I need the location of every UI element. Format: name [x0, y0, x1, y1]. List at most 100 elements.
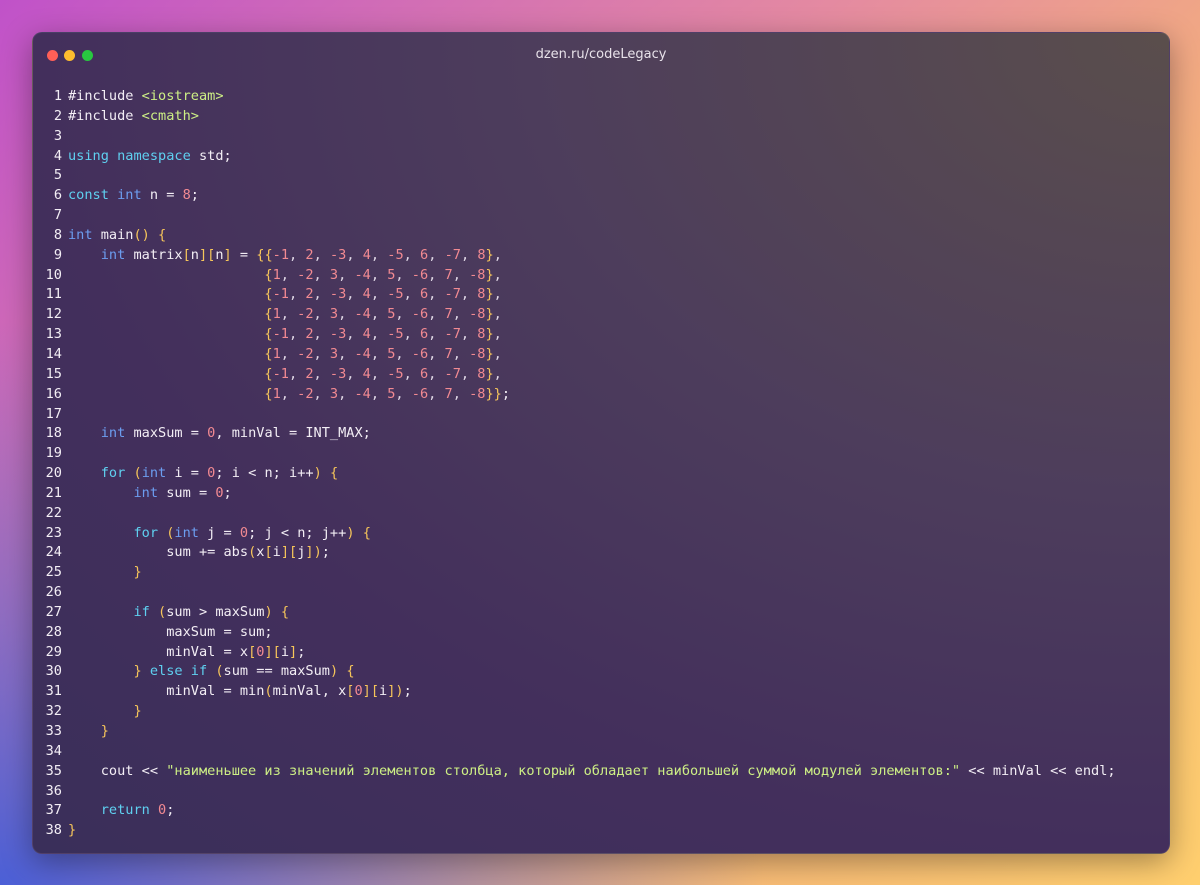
code-token: 4 — [362, 246, 371, 263]
code-token: -5 — [387, 286, 404, 303]
code-token: 3 — [329, 385, 339, 402]
code-token: ) — [329, 663, 339, 680]
code-token: return — [100, 802, 150, 819]
code-token: std; — [190, 147, 232, 164]
code-token: { — [264, 345, 273, 362]
code-line: 2 #include <cmath> — [33, 107, 1169, 127]
line-number: 18 — [45, 425, 62, 442]
code-token: 6 — [419, 326, 429, 343]
code-token: , — [460, 326, 478, 343]
code-token: main — [92, 226, 134, 243]
code-token: ][ — [362, 683, 380, 700]
line-source: minVal = min(minVal, x[0][i]); — [68, 682, 412, 702]
line-source: } — [68, 702, 142, 722]
code-token: 1 — [272, 385, 281, 402]
code-token: -7 — [444, 326, 461, 343]
code-line: 33 } — [33, 722, 1169, 742]
code-token: ) — [395, 683, 404, 700]
code-token: -1 — [272, 365, 289, 382]
code-token: ) — [313, 465, 322, 482]
code-token: minVal = x — [68, 643, 249, 660]
code-token: { — [158, 226, 167, 243]
code-line: 28 maxSum = sum; — [33, 623, 1169, 643]
code-token: 3 — [329, 306, 339, 323]
code-line: 14 {1, -2, 3, -4, 5, -6, 7, -8}, — [33, 345, 1169, 365]
code-token: } — [133, 703, 142, 720]
code-token: -5 — [387, 246, 404, 263]
line-source: for (int j = 0; j < n; j++) { — [68, 524, 371, 544]
line-source: sum += abs(x[i][j]); — [68, 543, 330, 563]
code-line: 34 — [33, 742, 1169, 762]
line-source: #include <iostream> — [68, 87, 224, 107]
code-token: , — [338, 306, 355, 323]
code-token: matrix — [125, 246, 183, 263]
code-token: <cmath> — [141, 107, 199, 124]
code-token: int — [68, 226, 93, 243]
code-token: , — [370, 365, 388, 382]
code-line: 36 — [33, 782, 1169, 802]
code-token: sum > maxSum — [166, 603, 265, 620]
line-number: 9 — [53, 246, 62, 263]
code-line: 5 — [33, 166, 1169, 186]
code-token: { — [362, 524, 371, 541]
code-line: 18 int maxSum = 0, minVal = INT_MAX; — [33, 424, 1169, 444]
code-token: 3 — [329, 266, 339, 283]
code-token: , — [403, 326, 420, 343]
code-token: ) — [264, 603, 273, 620]
code-token: minVal, x — [272, 683, 347, 700]
code-token: } — [485, 246, 494, 263]
line-number: 37 — [45, 802, 62, 819]
code-token: 2 — [305, 326, 314, 343]
line-source: int matrix[n][n] = {{-1, 2, -3, 4, -5, 6… — [68, 246, 502, 266]
code-token: , — [428, 365, 445, 382]
line-number: 35 — [45, 762, 62, 779]
code-token: int — [174, 524, 199, 541]
code-token: , — [403, 365, 420, 382]
window-titlebar: dzen.ru/codeLegacy — [33, 33, 1169, 77]
code-token: , — [395, 306, 412, 323]
code-token: , — [313, 286, 330, 303]
code-token: -6 — [411, 345, 429, 362]
code-token: int — [100, 246, 126, 263]
code-token: ; — [297, 643, 306, 660]
line-number: 17 — [45, 405, 62, 422]
code-token: , — [346, 286, 363, 303]
line-number: 28 — [45, 623, 62, 640]
code-line: 11 {-1, 2, -3, 4, -5, 6, -7, 8}, — [33, 285, 1169, 305]
code-token: , — [288, 286, 306, 303]
code-line: 25 } — [33, 563, 1169, 583]
line-source: int sum = 0; — [68, 484, 231, 504]
code-token: , — [370, 385, 388, 402]
code-line: 23 for (int j = 0; j < n; j++) { — [33, 524, 1169, 544]
code-token: -8 — [469, 306, 486, 323]
code-token: -2 — [297, 345, 314, 362]
code-token: 0 — [215, 484, 224, 501]
code-token: } — [100, 723, 109, 739]
code-token: ][ — [264, 643, 281, 660]
line-source: int maxSum = 0, minVal = INT_MAX; — [68, 424, 371, 444]
code-token: j = — [198, 524, 240, 541]
code-token: i = — [166, 465, 208, 482]
line-source: } — [68, 722, 109, 742]
code-token: sum == maxSum — [223, 663, 330, 680]
line-source: } — [68, 821, 76, 841]
line-number: 14 — [45, 345, 62, 362]
code-token: -6 — [411, 266, 429, 283]
code-token: #include — [68, 107, 142, 124]
line-number: 7 — [53, 207, 62, 224]
code-token: 6 — [419, 365, 429, 382]
line-source: {-1, 2, -3, 4, -5, 6, -7, 8}, — [68, 365, 501, 385]
line-number: 30 — [45, 663, 62, 680]
code-token: ; — [321, 544, 330, 561]
code-token: , — [460, 246, 478, 263]
code-token: maxSum = sum; — [68, 623, 273, 640]
code-token: -7 — [444, 246, 461, 263]
